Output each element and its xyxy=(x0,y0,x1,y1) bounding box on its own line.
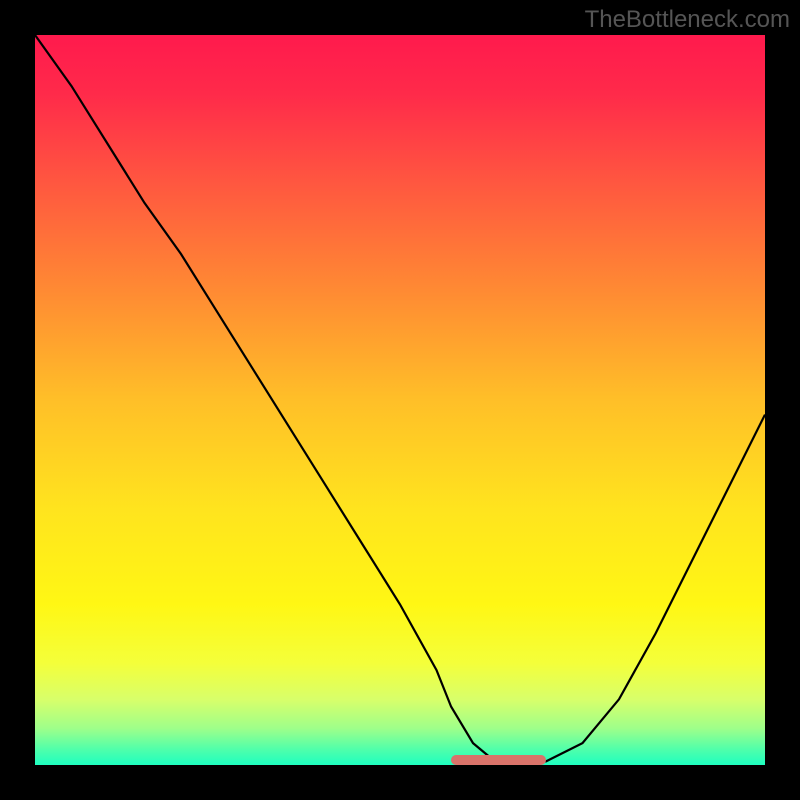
chart-background-gradient xyxy=(35,35,765,765)
optimal-range-marker xyxy=(451,755,546,765)
watermark-text: TheBottleneck.com xyxy=(585,6,790,34)
chart-area xyxy=(35,35,765,765)
